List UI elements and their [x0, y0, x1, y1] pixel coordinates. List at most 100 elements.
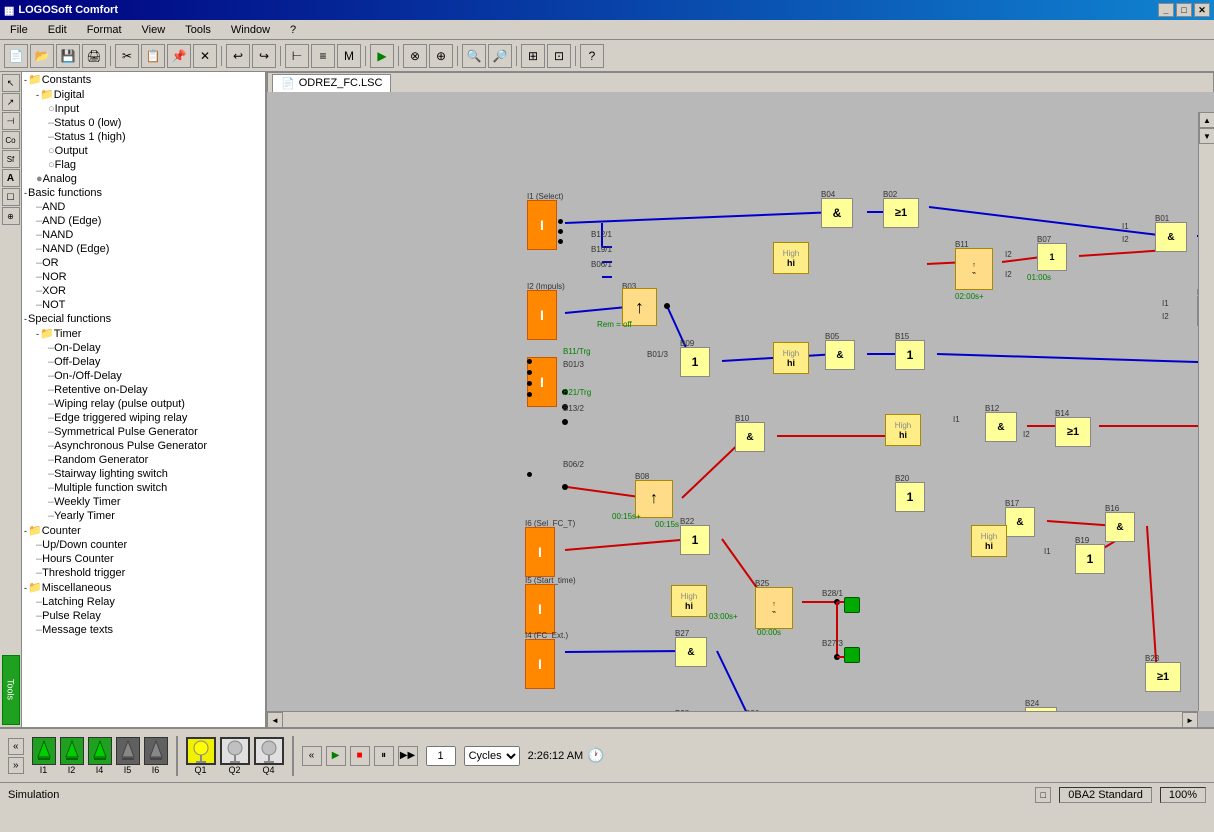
block-b22[interactable]: 1: [680, 525, 710, 555]
menu-format[interactable]: Format: [81, 22, 128, 38]
block-b16[interactable]: &: [1105, 512, 1135, 542]
block-b19[interactable]: 1: [1075, 544, 1105, 574]
block-b05[interactable]: &: [825, 340, 855, 370]
block-b09[interactable]: 1: [680, 347, 710, 377]
tool-select[interactable]: ↖: [2, 74, 20, 92]
output-q2-indicator[interactable]: Q2: [220, 737, 250, 775]
align-button[interactable]: ⊢: [285, 44, 309, 68]
transfer-button[interactable]: ⊕: [429, 44, 453, 68]
scroll-up-button[interactable]: ▲: [1199, 112, 1214, 128]
help-context-button[interactable]: ?: [580, 44, 604, 68]
menu-file[interactable]: File: [4, 22, 34, 38]
tree-item-yearly-timer[interactable]: – Yearly Timer: [22, 509, 265, 523]
tree-item-message[interactable]: – Message texts: [22, 623, 265, 637]
cycle-input[interactable]: [426, 746, 456, 766]
tool-wire[interactable]: ⊣: [2, 112, 20, 130]
sim-pause-button[interactable]: ⏸: [374, 746, 394, 766]
tool-comment[interactable]: ☐: [2, 188, 20, 206]
tree-item-nor[interactable]: – NOR: [22, 270, 265, 284]
run-button[interactable]: ▶: [370, 44, 394, 68]
network-button[interactable]: ⊡: [547, 44, 571, 68]
tree-item-wiping[interactable]: – Wiping relay (pulse output): [22, 397, 265, 411]
tree-item-status1[interactable]: – Status 1 (high): [22, 130, 265, 144]
canvas-area[interactable]: 📄 ODREZ_FC.LSC: [267, 72, 1214, 727]
tree-item-counter[interactable]: - 📁 Counter: [22, 523, 265, 538]
cut-button[interactable]: ✂: [115, 44, 139, 68]
properties-button[interactable]: ⊞: [521, 44, 545, 68]
block-b01[interactable]: &: [1155, 222, 1187, 252]
tool-c[interactable]: Co: [2, 131, 20, 149]
input-i1-indicator[interactable]: I1: [32, 737, 56, 775]
cycles-select[interactable]: Cycles: [464, 746, 520, 766]
block-b04[interactable]: &: [821, 198, 853, 228]
save-button[interactable]: 💾: [56, 44, 80, 68]
tree-item-updown[interactable]: – Up/Down counter: [22, 538, 265, 552]
tree-item-edge-wiping[interactable]: – Edge triggered wiping relay: [22, 411, 265, 425]
canvas-tab-active[interactable]: 📄 ODREZ_FC.LSC: [272, 74, 391, 92]
delete-button[interactable]: ✕: [193, 44, 217, 68]
tree-item-stairway[interactable]: – Stairway lighting switch: [22, 467, 265, 481]
block-high1[interactable]: High hi: [773, 242, 809, 274]
block-i1[interactable]: I: [527, 200, 557, 250]
close-button[interactable]: ✕: [1194, 3, 1210, 17]
input-i2-indicator[interactable]: I2: [60, 737, 84, 775]
output-q4-indicator[interactable]: Q4: [254, 737, 284, 775]
tree-item-constants[interactable]: - 📁 Constants: [22, 72, 265, 87]
tree-item-digital[interactable]: - 📁 Digital: [22, 87, 265, 102]
block-b11[interactable]: ↑ ⌁: [955, 248, 993, 290]
menu-view[interactable]: View: [136, 22, 172, 38]
scroll-down-button[interactable]: ▼: [1199, 128, 1214, 144]
scroll-left-button[interactable]: ◄: [267, 712, 283, 727]
block-high2[interactable]: High hi: [773, 342, 809, 374]
new-button[interactable]: 📄: [4, 44, 28, 68]
zoom-out-button[interactable]: 🔍: [462, 44, 486, 68]
tree-item-status0[interactable]: – Status 0 (low): [22, 116, 265, 130]
tool-pointer[interactable]: ↗: [2, 93, 20, 111]
tree-item-multifunction[interactable]: – Multiple function switch: [22, 481, 265, 495]
menu-help[interactable]: ?: [284, 22, 302, 38]
menu-window[interactable]: Window: [225, 22, 276, 38]
minimize-button[interactable]: _: [1158, 3, 1174, 17]
tree-item-output[interactable]: ○ Output: [22, 144, 265, 158]
open-button[interactable]: 📂: [30, 44, 54, 68]
input-i5-indicator[interactable]: I5: [116, 737, 140, 775]
tree-item-async-pulse[interactable]: – Asynchronous Pulse Generator: [22, 439, 265, 453]
undo-button[interactable]: ↩: [226, 44, 250, 68]
block-i6[interactable]: I: [525, 527, 555, 577]
block-i4[interactable]: I: [525, 639, 555, 689]
block-b07[interactable]: 1: [1037, 243, 1067, 271]
maximize-button[interactable]: □: [1176, 3, 1192, 17]
tree-item-nand-edge[interactable]: – NAND (Edge): [22, 242, 265, 256]
sim-rewind-button[interactable]: «: [302, 746, 322, 766]
tree-item-pulse-relay[interactable]: – Pulse Relay: [22, 609, 265, 623]
block-b23[interactable]: ≥1: [1145, 662, 1181, 692]
tool-extra[interactable]: ⊕: [2, 207, 20, 225]
tree-item-threshold[interactable]: – Threshold trigger: [22, 566, 265, 580]
tools-label[interactable]: Tools: [2, 655, 20, 725]
redo-button[interactable]: ↪: [252, 44, 276, 68]
block-b14[interactable]: ≥1: [1055, 417, 1091, 447]
tree-item-offdelay[interactable]: – Off-Delay: [22, 355, 265, 369]
tree-item-analog[interactable]: ● Analog: [22, 172, 265, 186]
tool-text[interactable]: A: [2, 169, 20, 187]
tree-item-hours[interactable]: – Hours Counter: [22, 552, 265, 566]
tree-item-xor[interactable]: – XOR: [22, 284, 265, 298]
module-button[interactable]: M: [337, 44, 361, 68]
tree-item-timer[interactable]: - 📁 Timer: [22, 326, 265, 341]
scroll-right-button[interactable]: ►: [1182, 712, 1198, 727]
input-i6-indicator[interactable]: I6: [144, 737, 168, 775]
sim-play-button[interactable]: ▶: [326, 746, 346, 766]
block-i2[interactable]: I: [527, 290, 557, 340]
block-b10[interactable]: &: [735, 422, 765, 452]
io-monitor-button[interactable]: ⊗: [403, 44, 427, 68]
tree-item-onoffdelay[interactable]: – On-/Off-Delay: [22, 369, 265, 383]
block-b27[interactable]: &: [675, 637, 707, 667]
block-b25[interactable]: ↑ ⌁: [755, 587, 793, 629]
tree-item-or[interactable]: – OR: [22, 256, 265, 270]
block-b17[interactable]: &: [1005, 507, 1035, 537]
tree-item-and[interactable]: – AND: [22, 200, 265, 214]
tool-sf[interactable]: Sf: [2, 150, 20, 168]
block-high4[interactable]: High hi: [671, 585, 707, 617]
tree-item-ondelay[interactable]: – On-Delay: [22, 341, 265, 355]
scrollbar-vertical[interactable]: ▲ ▼: [1198, 112, 1214, 711]
